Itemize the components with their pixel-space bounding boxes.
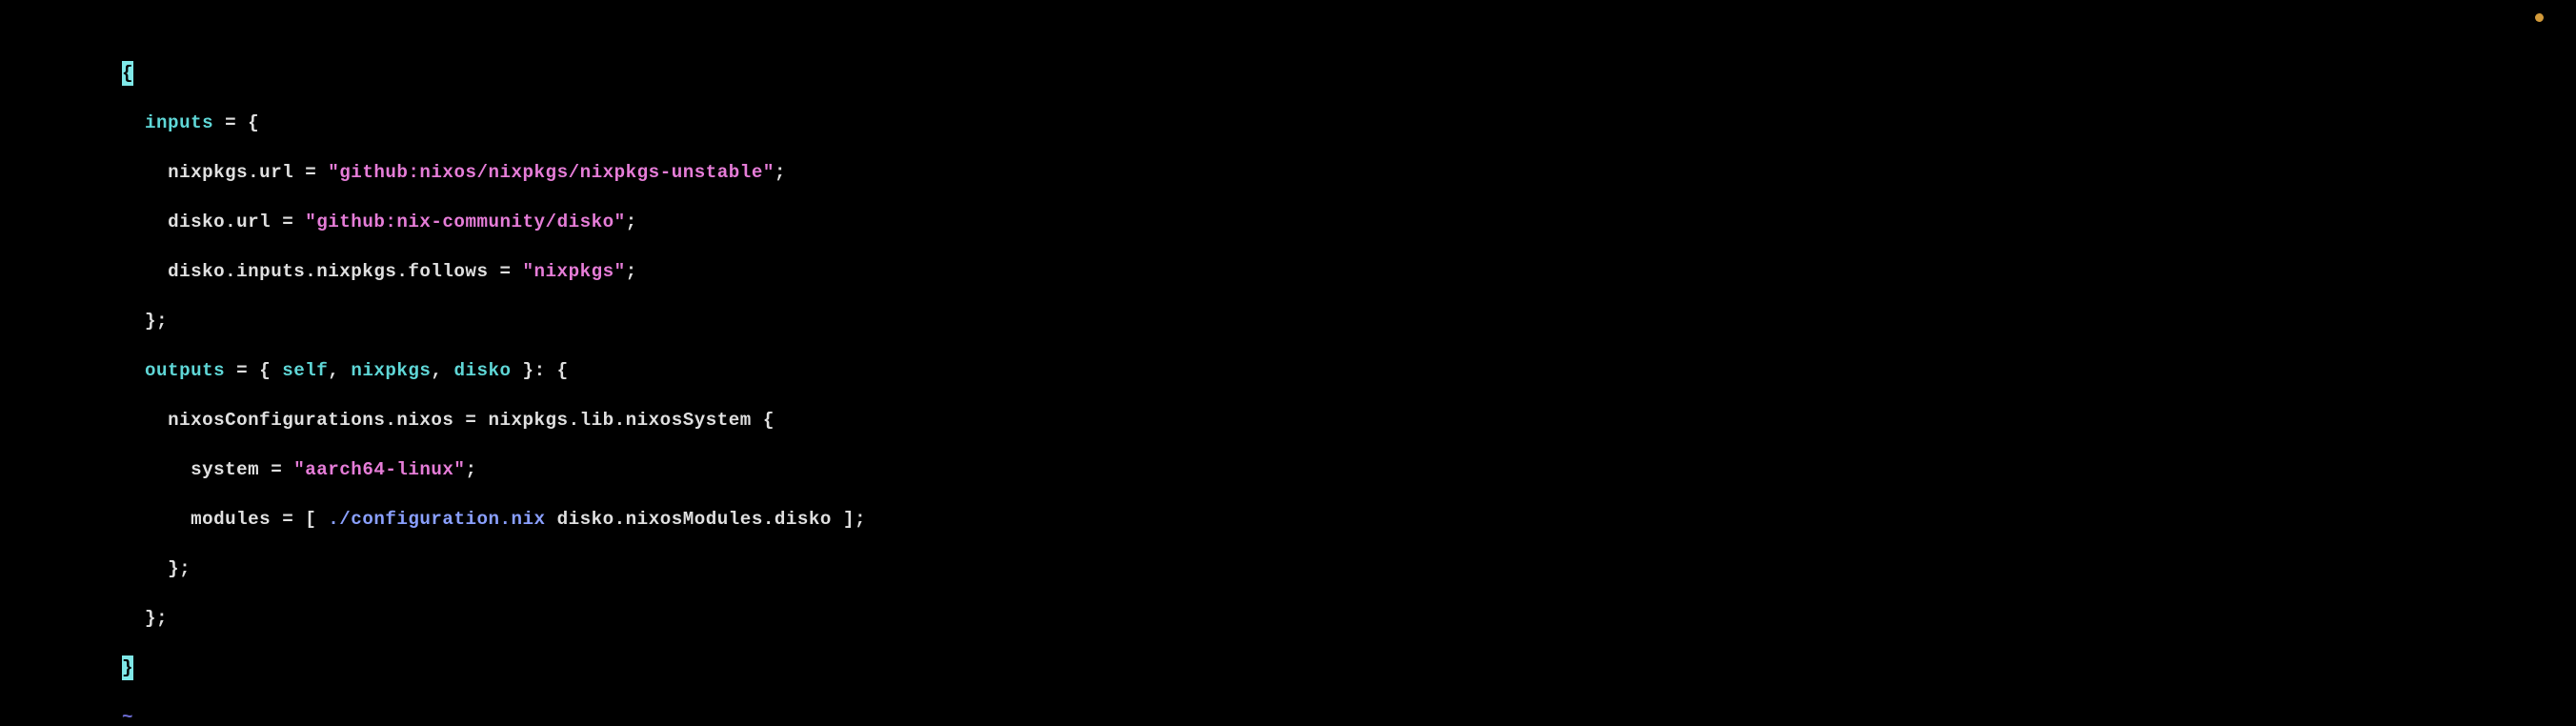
code-line: }; [122, 309, 2576, 333]
string-literal: "github:nixos/nixpkgs/nixpkgs-unstable" [328, 162, 775, 183]
path-literal: ./configuration.nix [328, 509, 545, 530]
code-line: system = "aarch64-linux"; [122, 457, 2576, 482]
empty-line-tilde: ~ [122, 705, 2576, 726]
code-line: }; [122, 556, 2576, 581]
code-line: { [122, 61, 2576, 86]
string-literal: "aarch64-linux" [293, 459, 465, 480]
code-line: modules = [ ./configuration.nix disko.ni… [122, 507, 2576, 532]
keyword-inputs: inputs [145, 112, 213, 133]
code-line: disko.url = "github:nix-community/disko"… [122, 210, 2576, 234]
code-line: inputs = { [122, 111, 2576, 135]
code-line: nixpkgs.url = "github:nixos/nixpkgs/nixp… [122, 160, 2576, 185]
code-line: outputs = { self, nixpkgs, disko }: { [122, 358, 2576, 383]
code-line: nixosConfigurations.nixos = nixpkgs.lib.… [122, 408, 2576, 433]
code-editor[interactable]: { inputs = { nixpkgs.url = "github:nixos… [0, 0, 2576, 726]
string-literal: "github:nix-community/disko" [305, 212, 625, 232]
code-line: }; [122, 606, 2576, 631]
cursor-block: { [122, 61, 133, 86]
keyword-outputs: outputs [145, 360, 225, 381]
tilde-icon: ~ [122, 707, 133, 726]
code-line: } [122, 655, 2576, 680]
string-literal: "nixpkgs" [523, 261, 626, 282]
cursor-block: } [122, 655, 133, 680]
code-line: disko.inputs.nixpkgs.follows = "nixpkgs"… [122, 259, 2576, 284]
